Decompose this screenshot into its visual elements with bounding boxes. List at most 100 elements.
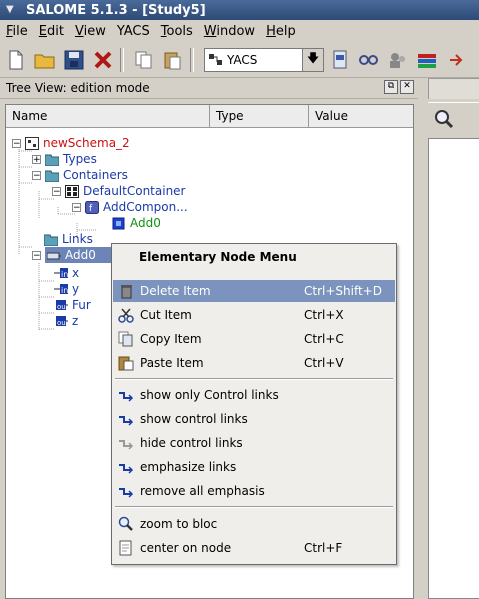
tree-node-label: y <box>72 282 80 296</box>
menu-item-delete[interactable]: Delete Item Ctrl+Shift+D <box>113 280 395 302</box>
close-document-button[interactable] <box>90 47 116 73</box>
tree-node-label: Types <box>63 152 97 166</box>
graph-view-area <box>418 78 479 599</box>
menu-separator <box>115 378 393 380</box>
graph-view-tab[interactable] <box>428 78 479 99</box>
toolbar-separator <box>120 47 124 72</box>
output-port-icon: ou <box>56 299 68 311</box>
menu-window[interactable]: Window <box>198 24 260 39</box>
menu-item-show-control-links[interactable]: show control links <box>113 408 395 430</box>
column-header-value[interactable]: Value <box>309 105 413 127</box>
tree-node-containers[interactable]: − Containers <box>32 167 128 183</box>
undock-icon[interactable]: ⧉ <box>384 80 398 94</box>
menu-item-remove-all-emphasis[interactable]: remove all emphasis <box>113 480 395 502</box>
red-x-icon <box>94 51 112 68</box>
scissors-icon <box>118 308 134 323</box>
svg-text:in: in <box>61 270 68 279</box>
tree-node-port-y[interactable]: in y <box>54 281 79 297</box>
tree-node-links[interactable]: Links <box>44 231 93 247</box>
module-selector-value: YACS <box>227 52 258 67</box>
tree-node-label: x <box>72 266 80 280</box>
tree-node-default-container[interactable]: − DefaultContainer <box>52 183 186 199</box>
copy-button[interactable] <box>131 47 157 73</box>
menu-edit[interactable]: Edit <box>33 24 69 39</box>
column-header-type[interactable]: Type <box>210 105 309 127</box>
menu-help[interactable]: Help <box>260 24 301 39</box>
trash-icon <box>121 285 132 299</box>
expand-icon[interactable]: + <box>32 154 41 164</box>
svg-text:ou: ou <box>57 303 66 311</box>
close-icon[interactable]: ✕ <box>400 80 414 94</box>
tree-node-label: z <box>72 314 79 328</box>
menu-yacs[interactable]: YACS <box>111 24 155 39</box>
menu-file[interactable]: File <box>0 24 33 39</box>
app-menu-icon[interactable]: ▼ <box>6 4 20 16</box>
tree-node-port-z[interactable]: ou z <box>54 313 78 329</box>
tree-node-schema[interactable]: − newSchema_2 <box>12 135 130 151</box>
menu-item-zoom-to-bloc[interactable]: zoom to bloc <box>113 513 395 535</box>
tree-node-add0-ref[interactable]: Add0 <box>112 215 161 231</box>
window-title: SALOME 5.1.3 - [Study5] <box>26 2 206 18</box>
menu-tools[interactable]: Tools <box>155 24 198 39</box>
floppy-disk-icon <box>64 50 84 69</box>
yacs-module-icon <box>209 53 222 65</box>
container-icon <box>65 184 79 198</box>
tree-node-port-x[interactable]: in x <box>54 265 79 281</box>
collapse-icon[interactable]: − <box>32 170 41 180</box>
tree-node-label: newSchema_2 <box>43 136 130 150</box>
collapse-icon[interactable]: − <box>32 250 41 260</box>
control-link-icon <box>119 464 134 474</box>
tree-node-label: Fur <box>72 298 91 312</box>
title-bar: ▼ SALOME 5.1.3 - [Study5] <box>0 0 479 20</box>
module-selector[interactable]: YACS 🡇 <box>204 47 324 72</box>
tree-node-label: Containers <box>63 168 128 182</box>
collapse-icon[interactable]: − <box>72 202 81 212</box>
graph-canvas[interactable] <box>428 138 479 599</box>
chevron-down-icon[interactable]: 🡇 <box>302 48 323 71</box>
new-document-button[interactable] <box>3 47 29 73</box>
yacs-toolbar-button-1[interactable] <box>327 47 353 73</box>
menu-item-cut[interactable]: Cut Item Ctrl+X <box>113 304 395 326</box>
yacs-toolbar-button-2[interactable] <box>356 47 382 73</box>
new-document-icon <box>9 50 23 69</box>
yacs-toolbar-button-3[interactable] <box>385 47 411 73</box>
zoom-icon[interactable] <box>434 109 454 129</box>
menu-item-center-on-node[interactable]: center on node Ctrl+F <box>113 537 395 559</box>
tree-node-types[interactable]: + Types <box>32 151 97 167</box>
save-button[interactable] <box>61 47 87 73</box>
yacs-toolbar-button-5[interactable] <box>443 47 469 73</box>
input-port-icon: in <box>54 283 68 295</box>
node-instance-icon <box>112 217 125 229</box>
layers-icon <box>418 53 436 68</box>
folder-teal-icon <box>45 154 59 166</box>
menu-item-emphasize-links[interactable]: emphasize links <box>113 456 395 478</box>
collapse-icon[interactable]: − <box>12 138 21 148</box>
collapse-icon[interactable]: − <box>52 186 61 196</box>
tree-view-title: Tree View: edition mode <box>6 81 150 95</box>
tree-node-label: Links <box>62 232 93 246</box>
folder-teal-icon <box>45 170 59 182</box>
menu-view[interactable]: View <box>69 24 111 39</box>
control-link-icon <box>119 392 134 402</box>
input-port-icon: in <box>54 267 68 279</box>
paste-button[interactable] <box>160 47 186 73</box>
svg-text:ou: ou <box>57 319 66 327</box>
menu-item-paste[interactable]: Paste Item Ctrl+V <box>113 352 395 374</box>
menu-bar: File Edit View YACS Tools Window Help <box>0 20 479 42</box>
yacs-toolbar-button-4[interactable] <box>414 47 440 73</box>
context-menu-title: Elementary Node Menu <box>139 250 297 264</box>
menu-item-hide-control-links[interactable]: hide control links <box>113 432 395 454</box>
menu-separator <box>115 506 393 508</box>
tree-node-port-func[interactable]: ou Fur <box>54 297 91 313</box>
open-folder-button[interactable] <box>32 47 58 73</box>
toolbar-separator <box>190 47 194 72</box>
users-icon <box>390 52 405 68</box>
menu-item-show-only-control-links[interactable]: show only Control links <box>113 384 395 406</box>
graph-view-toolbar <box>428 102 479 135</box>
menu-item-copy[interactable]: Copy Item Ctrl+C <box>113 328 395 350</box>
tree-node-add-component[interactable]: − f AddCompon... <box>72 199 188 215</box>
schema-icon <box>25 136 39 150</box>
link-nodes-icon <box>359 54 378 65</box>
copy-icon <box>135 51 152 68</box>
control-link-grey-icon <box>119 440 134 450</box>
